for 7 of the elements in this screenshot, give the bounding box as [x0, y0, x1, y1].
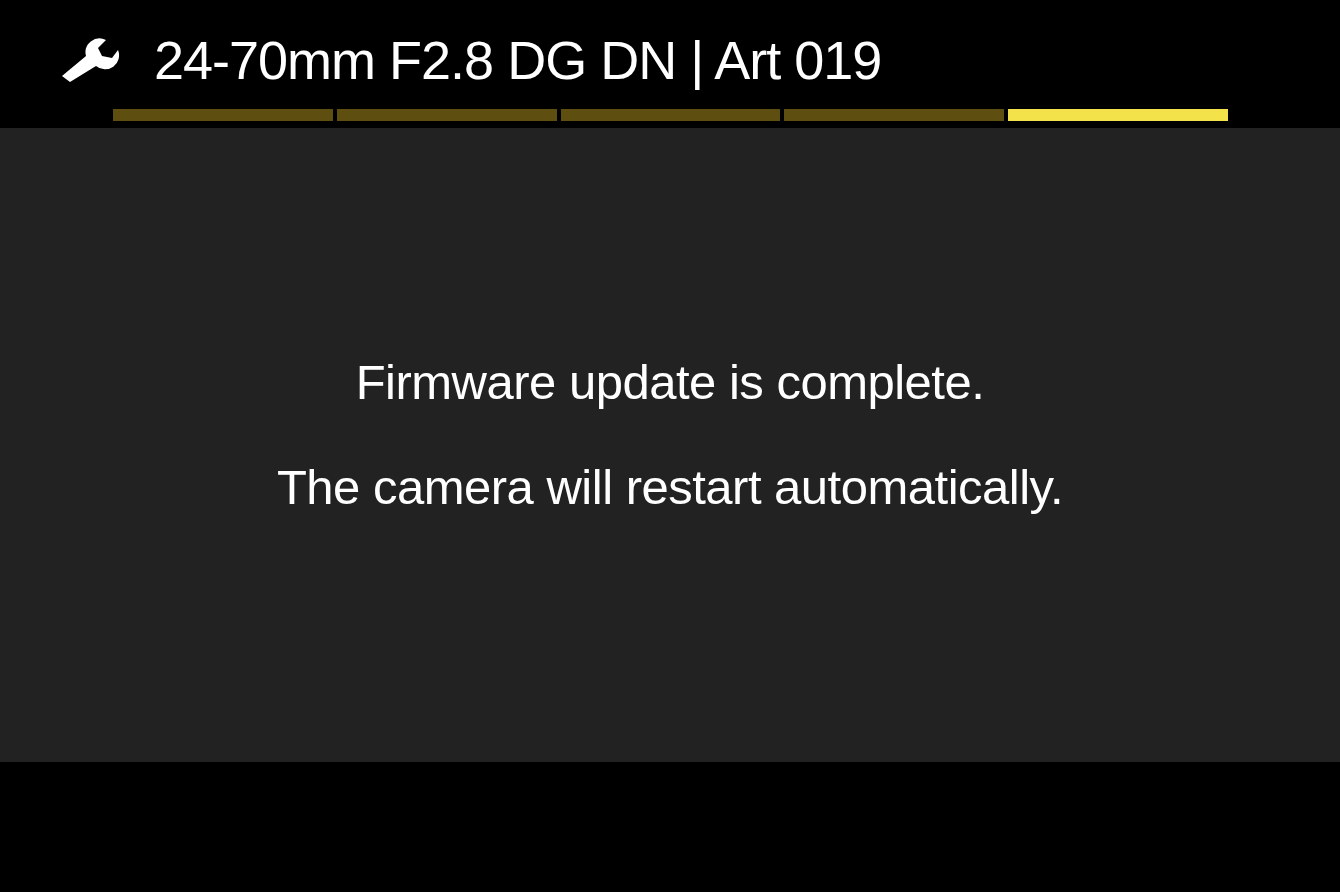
message-text: The camera will restart automatically.	[276, 459, 1064, 516]
page-indicator-tab[interactable]	[560, 109, 781, 121]
page-indicator-tab[interactable]	[336, 109, 557, 121]
page-indicator-tab[interactable]	[1008, 109, 1228, 121]
message-text: Firmware update is complete.	[355, 354, 985, 412]
page-indicator-tab[interactable]	[113, 109, 333, 121]
page-indicator-tab[interactable]	[784, 109, 1005, 121]
